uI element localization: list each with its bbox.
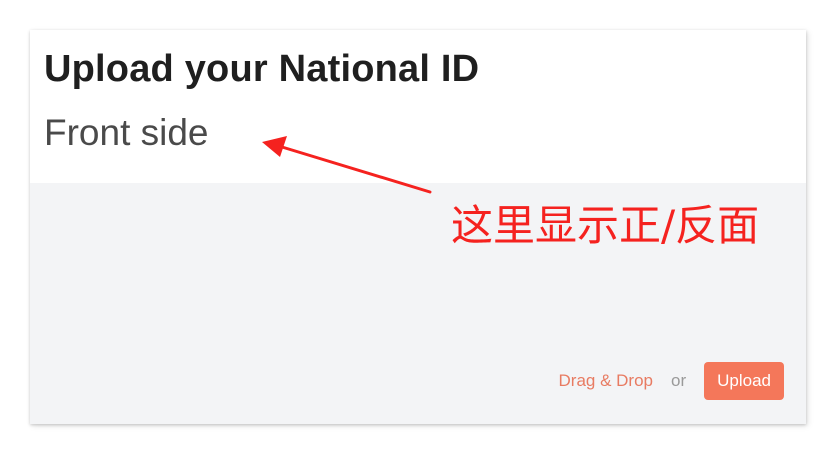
annotation-label: 这里显示正/反面 — [451, 201, 760, 250]
upload-button[interactable]: Upload — [704, 362, 784, 400]
page-title: Upload your National ID — [44, 48, 480, 90]
or-label: or — [671, 371, 687, 390]
dropzone-actions: Drag & Drop or Upload — [559, 362, 784, 400]
drag-drop-label: Drag & Drop — [558, 371, 653, 390]
side-label: Front side — [44, 112, 209, 153]
screenshot-stage: Upload your National ID Front side Drag … — [0, 0, 836, 456]
